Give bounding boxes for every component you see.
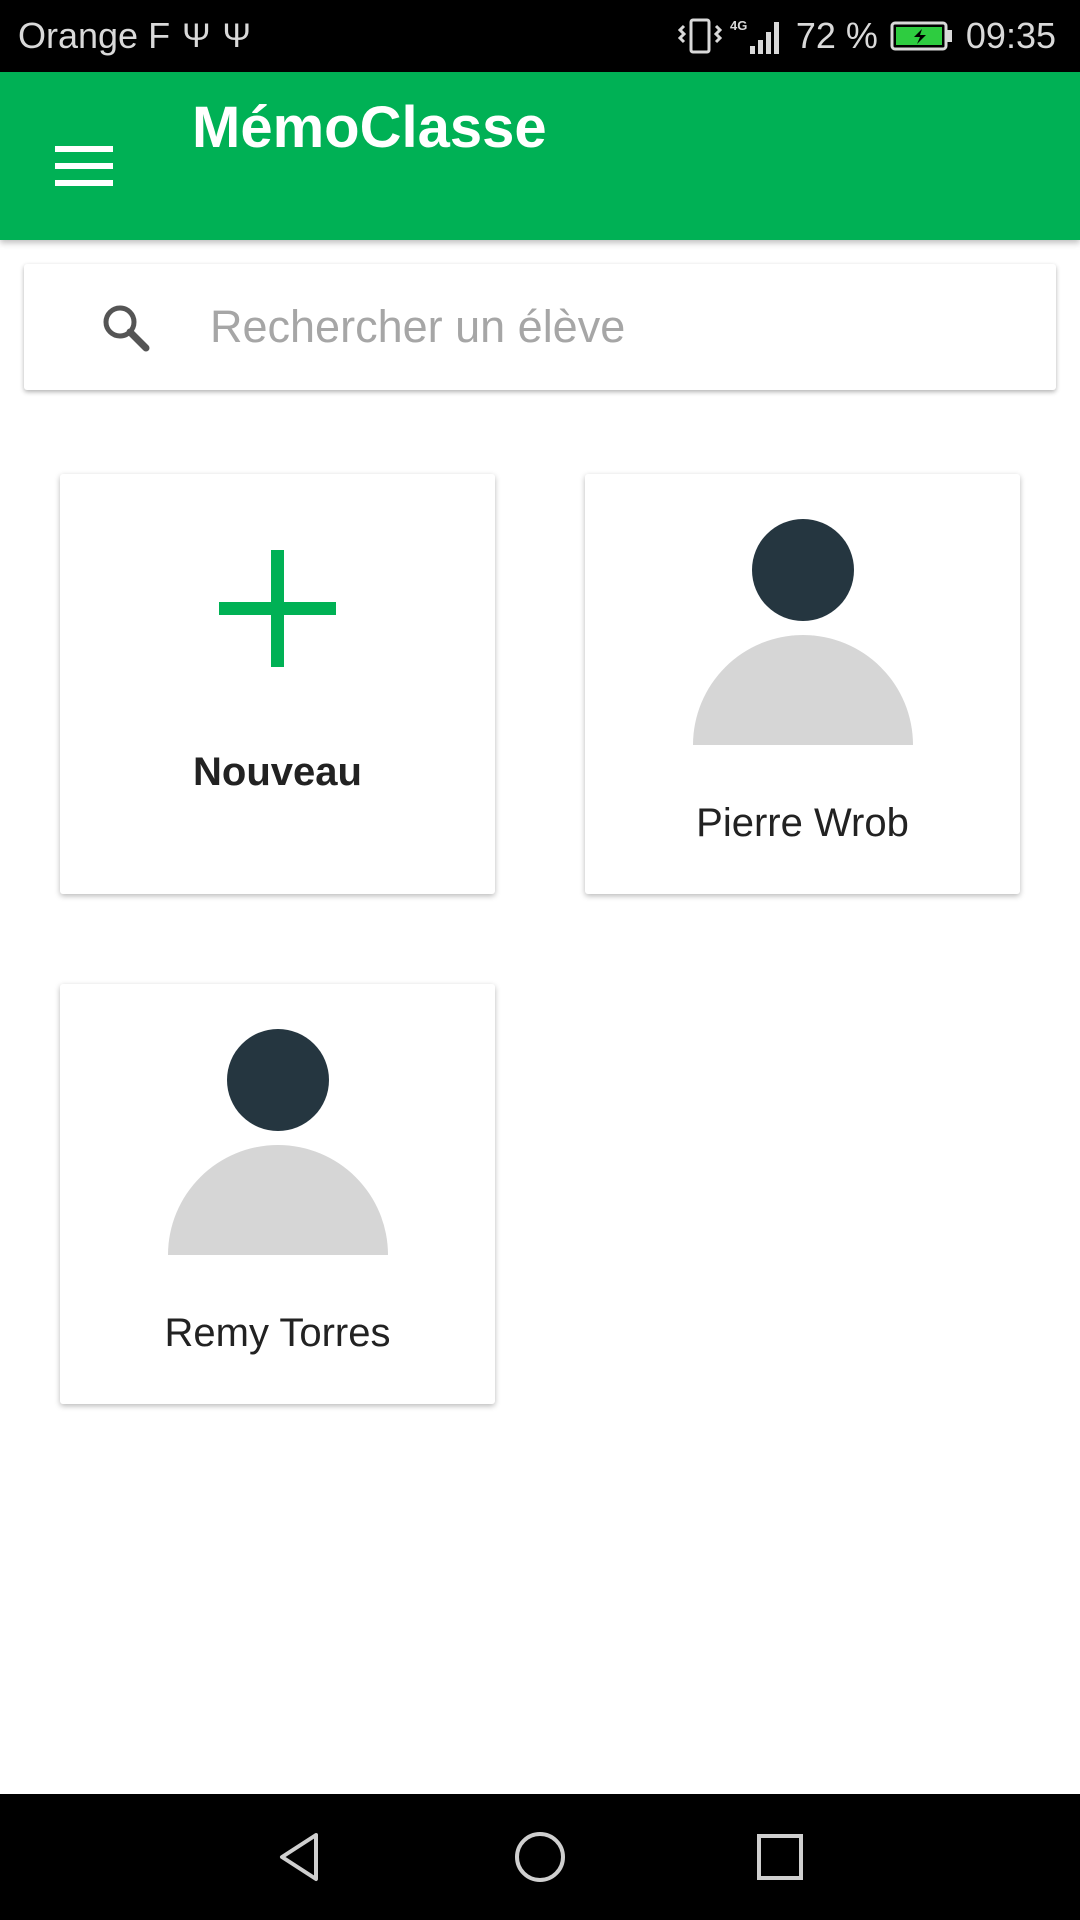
search-bar xyxy=(24,264,1056,390)
status-bar: Orange F Ψ Ψ 4G 72 % 09:35 xyxy=(0,0,1080,72)
usb-icon: Ψ xyxy=(222,16,251,55)
new-student-label: Nouveau xyxy=(193,750,362,794)
recents-icon[interactable] xyxy=(735,1812,825,1902)
student-name: Pierre Wrob xyxy=(696,801,909,845)
status-right: 4G 72 % 09:35 xyxy=(677,15,1056,57)
status-icons: 4G xyxy=(677,16,784,56)
battery-percent: 72 % xyxy=(795,15,878,56)
home-icon[interactable] xyxy=(495,1812,585,1902)
status-left: Orange F Ψ Ψ xyxy=(18,15,251,57)
network-type-label: 4G xyxy=(730,18,747,33)
student-card[interactable]: Pierre Wrob xyxy=(585,474,1020,894)
student-card[interactable]: Remy Torres xyxy=(60,984,495,1404)
signal-icon: 4G xyxy=(730,18,779,54)
search-icon[interactable] xyxy=(98,300,154,356)
navigation-bar xyxy=(0,1794,1080,1920)
vibrate-icon xyxy=(677,18,722,54)
carrier-name: Orange F xyxy=(18,15,171,56)
battery-charging-icon xyxy=(890,21,952,51)
back-icon[interactable] xyxy=(255,1812,345,1902)
avatar-icon xyxy=(168,1029,388,1257)
clock: 09:35 xyxy=(965,15,1056,56)
app-title: MémoClasse xyxy=(192,95,547,160)
app-bar: MémoClasse xyxy=(0,72,1080,240)
usb-icon: Ψ xyxy=(182,16,211,55)
hamburger-menu-icon[interactable] xyxy=(42,124,126,208)
student-name: Remy Torres xyxy=(164,1311,391,1355)
search-input[interactable] xyxy=(210,284,1030,370)
plus-icon xyxy=(219,550,336,667)
avatar-icon xyxy=(693,519,913,747)
new-student-card[interactable]: Nouveau xyxy=(60,474,495,894)
